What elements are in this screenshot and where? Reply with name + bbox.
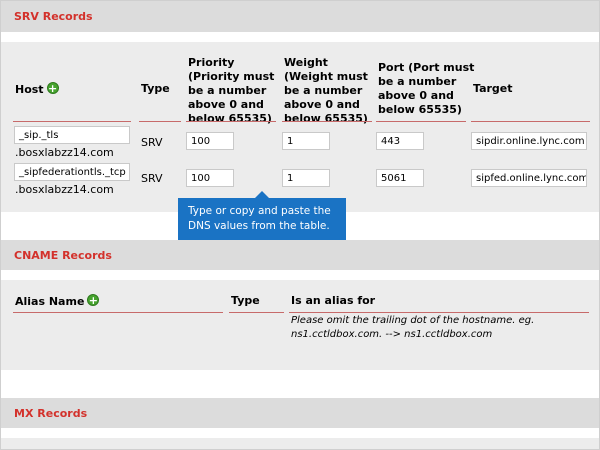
srv-header-rule (186, 121, 276, 122)
priority-line: Priority (188, 56, 235, 69)
srv-type-value: SRV (141, 172, 163, 185)
weight-line: (Weight must (284, 70, 368, 83)
srv-header-rule (282, 121, 372, 122)
srv-col-weight: Weight (Weight must be a number above 0 … (284, 56, 368, 126)
srv-col-priority: Priority (Priority must be a number abov… (188, 56, 274, 126)
cname-header-rule (13, 312, 223, 313)
cname-header-rule (289, 312, 589, 313)
add-alias-icon[interactable]: + (87, 294, 100, 307)
srv-header-rule (13, 121, 131, 122)
port-line: Port (Port must (378, 61, 475, 74)
weight-line: Weight (284, 56, 328, 69)
srv-col-host: Host + (15, 82, 59, 97)
priority-line: (Priority must (188, 70, 275, 83)
srv-host-domain: .bosxlabzz14.com (15, 183, 114, 196)
srv-port-input[interactable]: 443 (376, 132, 424, 150)
cname-col-alias: Alias Name + (15, 294, 100, 309)
srv-section-title: SRV Records (14, 10, 93, 23)
cname-col-alias-label: Alias Name (15, 295, 85, 308)
add-host-icon[interactable]: + (46, 82, 59, 95)
cname-section-title: CNAME Records (14, 249, 112, 262)
priority-line: below 65535) (188, 112, 272, 125)
cname-section-header: CNAME Records (1, 240, 599, 270)
srv-host-input[interactable]: _sip._tls (14, 126, 130, 144)
instruction-tooltip: Type or copy and paste the DNS values fr… (178, 198, 346, 240)
mx-records-panel (1, 438, 599, 449)
priority-line: above 0 and (188, 98, 264, 111)
port-line: be a number (378, 75, 457, 88)
srv-weight-input[interactable]: 1 (282, 132, 330, 150)
srv-header-rule (139, 121, 181, 122)
srv-priority-input[interactable]: 100 (186, 169, 234, 187)
srv-col-host-label: Host (15, 83, 44, 96)
srv-port-input[interactable]: 5061 (376, 169, 424, 187)
srv-priority-input[interactable]: 100 (186, 132, 234, 150)
cname-col-type: Type (231, 294, 260, 307)
weight-line: be a number (284, 84, 363, 97)
srv-col-port: Port (Port must be a number above 0 and … (378, 61, 474, 117)
cname-col-alias-for: Is an alias for (291, 294, 376, 307)
srv-weight-input[interactable]: 1 (282, 169, 330, 187)
weight-line: above 0 and (284, 98, 360, 111)
mx-section-header: MX Records (1, 398, 599, 428)
port-line: below 65535) (378, 103, 462, 116)
srv-header-rule (471, 121, 590, 122)
tooltip-arrow (255, 191, 269, 198)
priority-line: be a number (188, 84, 267, 97)
srv-header-rule (376, 121, 466, 122)
weight-line: below 65535) (284, 112, 368, 125)
cname-header-rule (229, 312, 284, 313)
srv-type-value: SRV (141, 136, 163, 149)
srv-host-domain: .bosxlabzz14.com (15, 146, 114, 159)
mx-section-title: MX Records (14, 407, 88, 420)
srv-target-input[interactable]: sipfed.online.lync.com (471, 169, 587, 187)
srv-col-target: Target (473, 82, 513, 95)
cname-hostname-note: Please omit the trailing dot of the host… (291, 315, 535, 340)
srv-target-input[interactable]: sipdir.online.lync.com (471, 132, 587, 150)
srv-section-header: SRV Records (1, 1, 599, 32)
port-line: above 0 and (378, 89, 454, 102)
srv-col-type: Type (141, 82, 170, 95)
srv-host-input[interactable]: _sipfederationtls._tcp (14, 163, 130, 181)
